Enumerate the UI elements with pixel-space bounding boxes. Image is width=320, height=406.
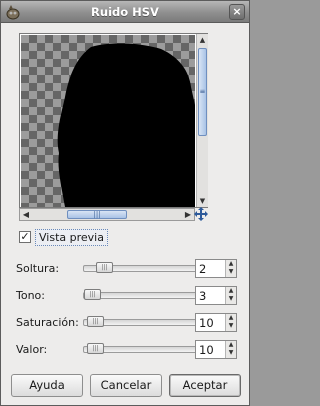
- param-label-text: Valor:: [16, 343, 48, 356]
- preview-horizontal-scrollbar[interactable]: ◀ ||| ▶: [19, 208, 195, 221]
- vertical-scroll-thumb[interactable]: ≡: [198, 48, 207, 136]
- slider-handle-soltura[interactable]: |||: [96, 262, 113, 273]
- preview-frame: ▲ ≡ ▼: [19, 33, 208, 208]
- spinbox-value[interactable]: 2: [199, 262, 206, 276]
- param-label-tono: Tono:: [16, 289, 45, 302]
- param-row-soltura: Soltura: ||| 2 ▲ ▼: [16, 259, 238, 279]
- preview-image: [57, 43, 195, 207]
- spinbox-value[interactable]: 3: [199, 289, 206, 303]
- spin-down-icon[interactable]: ▼: [226, 322, 236, 330]
- spin-buttons: ▲ ▼: [225, 287, 236, 304]
- spinbox-soltura[interactable]: 2 ▲ ▼: [195, 259, 237, 278]
- window-title: Ruido HSV: [91, 5, 159, 19]
- preview-canvas[interactable]: [21, 35, 195, 207]
- param-label-saturacion: Saturación:: [16, 316, 79, 329]
- spinbox-saturacion[interactable]: 10 ▲ ▼: [195, 313, 237, 332]
- help-button[interactable]: Ayuda: [11, 374, 83, 397]
- spin-down-icon[interactable]: ▼: [226, 295, 236, 303]
- param-row-saturacion: Saturación: ||| 10 ▲ ▼: [16, 313, 238, 333]
- preview-checkbox[interactable]: ✓: [19, 231, 31, 243]
- close-icon[interactable]: ×: [229, 4, 245, 20]
- preview-toggle[interactable]: ✓ Vista previa: [19, 229, 139, 246]
- spin-up-icon[interactable]: ▲: [226, 260, 236, 268]
- spin-up-icon[interactable]: ▲: [226, 287, 236, 295]
- preview-vertical-scrollbar[interactable]: ▲ ≡ ▼: [196, 34, 208, 207]
- param-label-text: Saturación:: [16, 316, 79, 329]
- spinbox-tono[interactable]: 3 ▲ ▼: [195, 286, 237, 305]
- title-bar[interactable]: Ruido HSV ×: [1, 1, 249, 23]
- scroll-right-icon[interactable]: ▶: [182, 209, 194, 220]
- preview-checkbox-label[interactable]: Vista previa: [35, 229, 108, 246]
- param-label-text: Tono:: [16, 289, 45, 302]
- navigate-icon[interactable]: [194, 207, 208, 221]
- spin-up-icon[interactable]: ▲: [226, 341, 236, 349]
- scroll-left-icon[interactable]: ◀: [20, 209, 32, 220]
- param-label-text: Soltura:: [16, 262, 60, 275]
- slider-handle-valor[interactable]: |||: [87, 343, 104, 354]
- spinbox-value[interactable]: 10: [199, 316, 214, 330]
- spinbox-valor[interactable]: 10 ▲ ▼: [195, 340, 237, 359]
- spin-buttons: ▲ ▼: [225, 341, 236, 358]
- slider-handle-saturacion[interactable]: |||: [87, 316, 104, 327]
- spin-down-icon[interactable]: ▼: [226, 268, 236, 276]
- slider-handle-tono[interactable]: |||: [84, 289, 101, 300]
- dialog-window: Ruido HSV × ▲ ≡ ▼ ◀ ||| ▶ ✓ Vista previa…: [0, 0, 250, 406]
- scroll-up-icon[interactable]: ▲: [197, 34, 208, 46]
- scroll-down-icon[interactable]: ▼: [197, 195, 208, 207]
- param-label-valor: Valor:: [16, 343, 47, 356]
- horizontal-scroll-thumb[interactable]: |||: [67, 210, 127, 219]
- spin-up-icon[interactable]: ▲: [226, 314, 236, 322]
- spin-down-icon[interactable]: ▼: [226, 349, 236, 357]
- spin-buttons: ▲ ▼: [225, 260, 236, 277]
- cancel-button[interactable]: Cancelar: [90, 374, 162, 397]
- ok-button[interactable]: Aceptar: [169, 374, 241, 397]
- param-label-soltura: Soltura:: [16, 262, 59, 275]
- spinbox-value[interactable]: 10: [199, 343, 214, 357]
- param-row-tono: Tono: ||| 3 ▲ ▼: [16, 286, 238, 306]
- param-row-valor: Valor: ||| 10 ▲ ▼: [16, 340, 238, 360]
- spin-buttons: ▲ ▼: [225, 314, 236, 331]
